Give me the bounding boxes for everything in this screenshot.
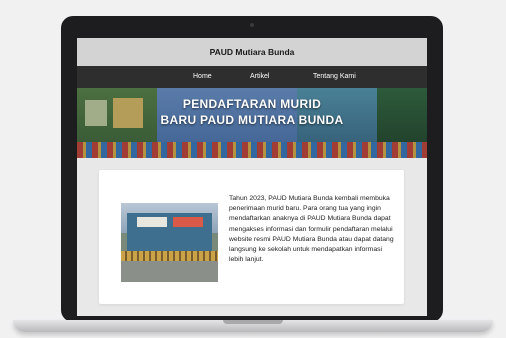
nav-bar: Home Artikel Tentang Kami xyxy=(77,66,427,88)
site-title: PAUD Mutiara Bunda xyxy=(209,47,295,57)
photo-ground xyxy=(121,261,218,282)
photo-signboard xyxy=(137,217,167,227)
nav-artikel-link[interactable]: Artikel xyxy=(250,73,269,80)
hero-title: PENDAFTARAN MURID BARU PAUD MUTIARA BUND… xyxy=(77,96,427,128)
nav-home-link[interactable]: Home xyxy=(193,73,212,80)
hero-title-line-1: PENDAFTARAN MURID xyxy=(182,97,322,111)
browser-screen: PAUD Mutiara Bunda Home Artikel Tentang … xyxy=(77,38,427,316)
photo-fence xyxy=(121,251,218,261)
site-title-bar: PAUD Mutiara Bunda xyxy=(77,38,427,66)
hero-banner: PENDAFTARAN MURID BARU PAUD MUTIARA BUND… xyxy=(77,88,427,158)
article-photo xyxy=(121,203,218,282)
laptop-base xyxy=(13,320,493,332)
laptop-base-notch xyxy=(223,320,283,324)
hero-title-line-2: BARU PAUD MUTIARA BUNDA xyxy=(160,113,344,127)
photo-signboard xyxy=(173,217,203,227)
nav-tentang-kami-link[interactable]: Tentang Kami xyxy=(313,73,356,80)
camera-dot xyxy=(250,23,254,27)
article-card: Tahun 2023, PAUD Mutiara Bunda kembali m… xyxy=(99,170,404,304)
article-body: Tahun 2023, PAUD Mutiara Bunda kembali m… xyxy=(229,195,394,264)
